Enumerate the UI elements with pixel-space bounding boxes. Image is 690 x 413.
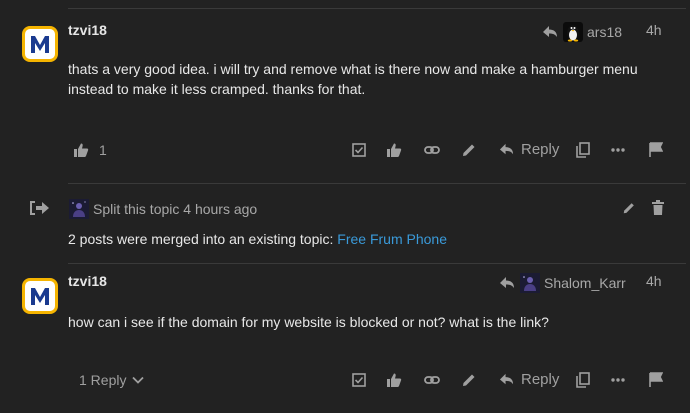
shalom-avatar [520, 273, 540, 293]
show-replies-button[interactable]: 1 Reply [79, 372, 145, 388]
reply-arrow-icon [543, 26, 557, 37]
chevron-down-icon [132, 376, 145, 384]
reply-icon [499, 143, 514, 155]
thumbs-up-icon [74, 143, 89, 157]
like-button-icon[interactable] [386, 372, 402, 388]
like-button-icon[interactable] [386, 142, 402, 158]
m-logo-icon [31, 36, 49, 53]
more-dots-icon[interactable] [611, 378, 625, 382]
reply-label: Reply [521, 141, 560, 158]
username[interactable]: tzvi18 [68, 22, 107, 38]
reply-to-username: ars18 [587, 24, 623, 40]
topic-link[interactable]: Free Frum Phone [337, 231, 447, 247]
divider [68, 263, 686, 264]
split-topic-icon [28, 199, 50, 217]
reply-label: Reply [521, 371, 560, 388]
person-silhouette-icon [520, 273, 540, 293]
solution-checkbox-icon[interactable] [352, 143, 366, 157]
top-divider [68, 8, 686, 9]
reply-icon [499, 373, 514, 385]
merge-message-prefix: 2 posts were merged into an existing top… [68, 231, 334, 247]
post-body: how can i see if the domain for my websi… [68, 314, 549, 330]
post-time[interactable]: 4h [646, 22, 662, 38]
person-silhouette-icon [69, 199, 89, 219]
post-time[interactable]: 4h [646, 273, 662, 289]
post-body: thats a very good idea. i will try and r… [68, 61, 638, 97]
link-icon[interactable] [424, 143, 440, 157]
reply-to-tab[interactable]: Shalom_Karr [498, 273, 626, 293]
copy-icon[interactable] [576, 372, 590, 388]
small-action-description: Split this topic 4 hours ago [93, 201, 258, 217]
reply-arrow-icon [500, 277, 514, 288]
like-count[interactable]: 1 [73, 142, 107, 158]
like-count-value: 1 [99, 142, 107, 158]
reply-to-tab[interactable]: ars18 [541, 22, 622, 42]
more-dots-icon[interactable] [611, 148, 625, 152]
tux-avatar [563, 22, 583, 42]
trash-icon[interactable] [652, 200, 664, 215]
flag-icon[interactable] [649, 372, 663, 388]
m-logo-icon [31, 288, 49, 305]
reply-button[interactable]: Reply [498, 141, 559, 158]
moderator-avatar[interactable] [69, 199, 89, 219]
edit-pencil-icon[interactable] [461, 142, 477, 158]
replies-count-label: 1 Reply [79, 372, 127, 388]
reply-button[interactable]: Reply [498, 371, 559, 388]
link-icon[interactable] [424, 373, 440, 387]
divider [68, 183, 686, 184]
edit-pencil-icon[interactable] [622, 201, 636, 215]
copy-icon[interactable] [576, 142, 590, 158]
merge-message: 2 posts were merged into an existing top… [68, 231, 447, 247]
reply-to-username: Shalom_Karr [544, 275, 626, 291]
flag-icon[interactable] [649, 142, 663, 158]
edit-pencil-icon[interactable] [461, 372, 477, 388]
penguin-icon [567, 25, 579, 42]
user-avatar[interactable] [22, 26, 58, 62]
username[interactable]: tzvi18 [68, 273, 107, 289]
user-avatar[interactable] [22, 278, 58, 314]
solution-checkbox-icon[interactable] [352, 373, 366, 387]
